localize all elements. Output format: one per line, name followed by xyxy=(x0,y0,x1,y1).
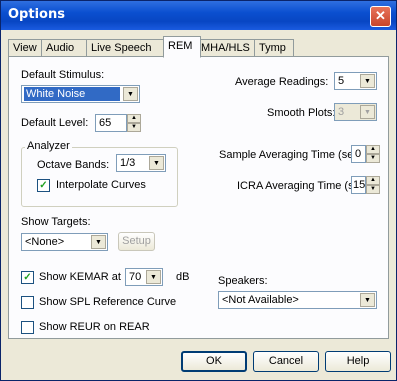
cancel-button[interactable]: Cancel xyxy=(253,351,319,372)
default-stimulus-label: Default Stimulus: xyxy=(21,69,105,81)
default-level-label: Default Level: xyxy=(21,117,89,129)
show-targets-value: <None> xyxy=(25,236,65,248)
sample-averaging-value: 0 xyxy=(355,148,362,160)
show-spl-reference-checkbox[interactable] xyxy=(21,296,34,309)
setup-button[interactable]: Setup xyxy=(118,232,155,251)
default-level-input[interactable]: 65 xyxy=(95,114,127,132)
default-level-spinner[interactable]: ▲ ▼ xyxy=(127,114,141,132)
chevron-down-icon[interactable]: ▼ xyxy=(123,87,138,101)
tab-view[interactable]: View xyxy=(8,39,42,56)
cancel-button-label: Cancel xyxy=(268,355,304,367)
speakers-select[interactable]: <Not Available> ▼ xyxy=(218,291,377,309)
window-title: Options xyxy=(8,7,65,22)
tab-label: REM xyxy=(168,40,193,52)
kemar-level-value: 70 xyxy=(129,271,142,283)
show-reur-checkbox[interactable] xyxy=(21,321,34,334)
chevron-down-icon[interactable]: ▼ xyxy=(149,156,164,170)
sample-averaging-label: Sample Averaging Time (sec): xyxy=(219,149,366,161)
kemar-level-select[interactable]: 70 ▼ xyxy=(125,268,163,286)
spin-up-icon[interactable]: ▲ xyxy=(366,145,380,154)
close-button[interactable]: ✕ xyxy=(370,6,391,27)
rem-tab-panel: Default Stimulus: White Noise ▼ Default … xyxy=(8,56,389,339)
default-level-value: 65 xyxy=(99,117,112,129)
checkmark-icon: ✓ xyxy=(39,180,48,191)
show-kemar-label: Show KEMAR at xyxy=(39,271,121,283)
interpolate-curves-checkbox[interactable]: ✓ xyxy=(37,179,50,192)
average-readings-select[interactable]: 5 ▼ xyxy=(334,72,377,90)
average-readings-value: 5 xyxy=(338,75,345,87)
title-bar[interactable]: Options ✕ xyxy=(1,1,396,30)
speakers-value: <Not Available> xyxy=(222,294,299,306)
kemar-unit-label: dB xyxy=(176,271,190,283)
octave-bands-label: Octave Bands: xyxy=(37,159,110,171)
spin-down-icon[interactable]: ▼ xyxy=(127,123,141,132)
tab-rem[interactable]: REM xyxy=(163,36,201,58)
show-reur-label: Show REUR on REAR xyxy=(39,321,150,333)
show-targets-label: Show Targets: xyxy=(21,216,91,228)
checkmark-icon: ✓ xyxy=(23,272,32,283)
show-targets-select[interactable]: <None> ▼ xyxy=(21,233,108,251)
show-spl-reference-label: Show SPL Reference Curve xyxy=(39,296,177,308)
tab-label: View xyxy=(13,42,37,54)
spin-up-icon[interactable]: ▲ xyxy=(127,114,141,123)
icra-averaging-spinner[interactable]: ▲ ▼ xyxy=(366,176,380,194)
spin-down-icon[interactable]: ▼ xyxy=(366,185,380,194)
ok-button-label: OK xyxy=(206,355,222,367)
interpolate-curves-label: Interpolate Curves xyxy=(56,179,146,191)
speakers-label: Speakers: xyxy=(218,275,268,287)
ok-button[interactable]: OK xyxy=(181,351,247,372)
tab-label: MHA/HLS xyxy=(201,42,250,54)
tab-audio[interactable]: Audio xyxy=(41,39,87,56)
chevron-down-icon[interactable]: ▼ xyxy=(91,235,106,249)
smooth-plots-value: 3 xyxy=(338,106,345,118)
chevron-down-icon[interactable]: ▼ xyxy=(360,293,375,307)
sample-averaging-input[interactable]: 0 xyxy=(351,145,366,163)
tab-label: Tymp xyxy=(259,42,286,54)
options-dialog: Options ✕ View Audio Live Speech REM MHA… xyxy=(0,0,397,381)
analyzer-group-title: Analyzer xyxy=(25,140,72,152)
chevron-down-icon[interactable]: ▼ xyxy=(360,105,375,119)
smooth-plots-label: Smooth Plots: xyxy=(267,107,336,119)
sample-averaging-spinner[interactable]: ▲ ▼ xyxy=(366,145,380,163)
average-readings-label: Average Readings: xyxy=(235,76,329,88)
tab-label: Live Speech xyxy=(91,42,152,54)
default-stimulus-select[interactable]: White Noise ▼ xyxy=(21,85,140,103)
smooth-plots-select[interactable]: 3 ▼ xyxy=(334,103,377,121)
spin-up-icon[interactable]: ▲ xyxy=(366,176,380,185)
show-kemar-checkbox[interactable]: ✓ xyxy=(21,271,34,284)
octave-bands-value: 1/3 xyxy=(120,157,136,169)
setup-button-label: Setup xyxy=(122,235,151,247)
close-icon: ✕ xyxy=(375,8,386,23)
tab-live-speech[interactable]: Live Speech xyxy=(86,39,169,56)
icra-averaging-value: 15 xyxy=(353,179,366,191)
help-button[interactable]: Help xyxy=(325,351,391,372)
default-stimulus-value: White Noise xyxy=(24,87,120,101)
tab-tymp[interactable]: Tymp xyxy=(254,39,294,56)
tab-mha-hls[interactable]: MHA/HLS xyxy=(196,39,259,56)
tab-label: Audio xyxy=(46,42,75,54)
spin-down-icon[interactable]: ▼ xyxy=(366,154,380,163)
chevron-down-icon[interactable]: ▼ xyxy=(146,270,161,284)
icra-averaging-input[interactable]: 15 xyxy=(351,176,366,194)
help-button-label: Help xyxy=(346,355,370,367)
chevron-down-icon[interactable]: ▼ xyxy=(360,74,375,88)
octave-bands-select[interactable]: 1/3 ▼ xyxy=(116,154,166,172)
